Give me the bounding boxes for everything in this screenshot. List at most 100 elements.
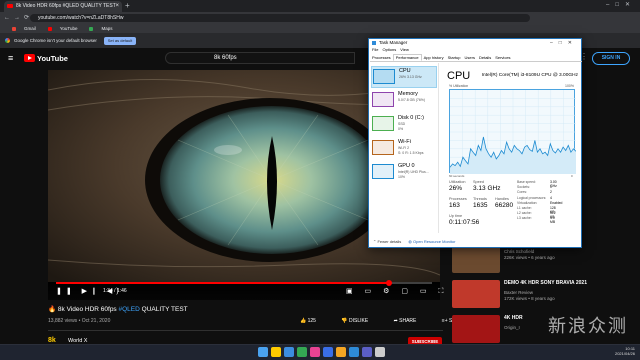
taskbar-app-icon[interactable] (362, 347, 372, 357)
open-resource-monitor-link[interactable]: ◍ Open Resource Monitor (408, 239, 455, 244)
cpu-detail-key: L3 cache: (517, 216, 532, 221)
resource-sparkline (372, 140, 394, 155)
resource-disk[interactable]: Disk 0 (C:) SSD 0% (371, 114, 437, 136)
sign-in-button[interactable]: SIGN IN (592, 52, 630, 65)
uptime-value: 0:11:07:56 (449, 219, 480, 226)
uptime-label: Up time (449, 214, 463, 218)
tab-services[interactable]: Services (493, 55, 512, 60)
share-button[interactable]: ➦ SHARE (394, 318, 429, 324)
task-manager-window-controls[interactable]: –□✕ (550, 39, 578, 47)
resource-value: 5.0/7.8 GB (76%) (398, 98, 426, 102)
cpu-detail-key: L2 cache: (517, 211, 532, 216)
address-bar[interactable]: youtube.com/watch?v=nZLaDT8hSHw (30, 14, 530, 22)
tab-startup[interactable]: Startup (446, 55, 463, 60)
bookmark-gmail[interactable]: Gmail (6, 26, 36, 31)
fewer-details-label: Fewer details (377, 239, 402, 244)
cpu-detail-row: L3 cache: 4.0 MB (517, 216, 555, 224)
resource-list: CPU 26% 3.13 GHz Memory 5.0/7.8 GB (76%) Dis… (369, 63, 439, 233)
channel-avatar[interactable]: 8k (48, 337, 56, 344)
system-tray[interactable]: 10:11 2021/04/26 (545, 346, 635, 356)
fewer-details-link[interactable]: ⌃ Fewer details (373, 239, 401, 244)
like-button[interactable]: 👍 125 (300, 318, 328, 324)
dislike-button[interactable]: 👎 DISLIKE (341, 318, 380, 324)
window-title: Task Manager (379, 40, 408, 45)
new-tab-button[interactable]: + (125, 1, 130, 11)
taskbar-app-icon[interactable] (349, 347, 359, 357)
scrubber-handle[interactable] (385, 280, 392, 286)
youtube-logo[interactable]: YouTube (24, 54, 68, 63)
cpu-detail-key: Logical processors: (517, 195, 547, 200)
cpu-model: Intel(R) Core(TM) i3-8109U CPU @ 3.00GHz (481, 73, 578, 78)
hamburger-menu-icon[interactable]: ≡ (8, 53, 13, 63)
utilization-max-label: 100% (565, 84, 574, 88)
recommendation-channel[interactable]: Origin_I (504, 325, 520, 331)
tab-processes[interactable]: Processes (370, 55, 393, 60)
cpu-detail-key: Sockets: (517, 185, 531, 190)
task-manager-footer: ⌃ Fewer details ◍ Open Resource Monitor (373, 239, 455, 244)
cpu-detail-key: Cores: (517, 190, 527, 195)
bookmark-youtube[interactable]: YouTube (42, 26, 78, 31)
chrome-icon (5, 38, 10, 43)
taskbar-app-icon[interactable] (297, 347, 307, 357)
tab-app-history[interactable]: App history (422, 55, 446, 60)
bookmark-label: YouTube (59, 26, 78, 31)
resource-gpu[interactable]: GPU 0 Intel(R) UHD Plus... 10% (371, 162, 437, 184)
resource-name: GPU 0 (398, 163, 415, 169)
resource-memory[interactable]: Memory 5.0/7.8 GB (76%) (371, 90, 437, 112)
cpu-graph-svg (449, 90, 577, 174)
cpu-detail-row: Cores: 2 (517, 190, 552, 195)
cpu-detail-row: Logical processors: 4 (517, 195, 552, 200)
resource-name: Wi-Fi (398, 139, 411, 145)
recommendation-thumbnail[interactable] (452, 245, 500, 273)
processes-label: Processes (449, 197, 467, 201)
search-input[interactable]: 8k 60fps (165, 52, 355, 64)
set-as-default-button[interactable]: Set as default (104, 37, 136, 45)
window-controls[interactable]: –□✕ (606, 0, 636, 11)
resource-wifi[interactable]: Wi-Fi Wi-Fi 2 S: 0 R: 1.5 Kbps (371, 138, 437, 160)
player-right-controls[interactable]: ▣ ▭ ⚙ ▢ ▭ ⛶ (346, 287, 448, 296)
nav-buttons[interactable]: ←→⟳ (4, 12, 33, 24)
taskbar-app-icon[interactable] (375, 347, 385, 357)
menu-view[interactable]: View (400, 47, 409, 52)
taskbar-app-icon[interactable] (271, 347, 281, 357)
recommendation-title[interactable]: DEMO 4K HDR SONY BRAVIA 2021 (504, 280, 624, 286)
taskbar-app-icon[interactable] (284, 347, 294, 357)
close-tab-icon[interactable]: × (115, 1, 119, 12)
tab-details[interactable]: Details (477, 55, 493, 60)
browser-tab[interactable]: 8k Video HDR 60fps #QLED QUALITY TEST × (4, 1, 122, 12)
bookmark-favicon-icon (12, 26, 16, 31)
menu-file[interactable]: File (372, 47, 378, 52)
cpu-detail-value: 4.0 MB (550, 216, 556, 225)
speed-value: 3.13 GHz (473, 185, 501, 192)
taskbar-app-icon[interactable] (310, 347, 320, 357)
bookmarks-bar: Gmail YouTube Maps (0, 24, 640, 33)
resource-sparkline (372, 164, 394, 179)
task-manager-icon (372, 41, 376, 45)
bookmark-maps[interactable]: Maps (83, 26, 112, 31)
tab-performance[interactable]: Performance (392, 54, 422, 61)
graph-seconds-label: 60 seconds (449, 174, 465, 178)
youtube-favicon-icon (7, 4, 13, 8)
taskbar-app-icon[interactable] (323, 347, 333, 357)
processes-value: 163 (449, 202, 460, 209)
tab-title: 8k Video HDR 60fps #QLED QUALITY TEST (16, 3, 116, 9)
resource-sparkline (372, 92, 394, 107)
video-hashtag[interactable]: #QLED (119, 306, 140, 313)
bookmark-favicon-icon (89, 26, 94, 31)
cpu-detail-value: 4 (550, 195, 552, 200)
threads-value: 1635 (473, 202, 488, 209)
progress-bar-fill (56, 282, 389, 284)
taskbar-app-icon[interactable] (258, 347, 268, 357)
speed-label: Speed (473, 180, 484, 184)
cpu-detail-key: Virtualization: (517, 200, 538, 205)
recommendation-thumbnail[interactable] (452, 315, 500, 343)
watermark: 新浪众测 (548, 316, 628, 337)
tab-users[interactable]: Users (463, 55, 477, 60)
recommendation-thumbnail[interactable] (452, 280, 500, 308)
taskbar-app-icon[interactable] (336, 347, 346, 357)
menu-options[interactable]: Options (382, 47, 396, 52)
resource-cpu[interactable]: CPU 26% 3.13 GHz (371, 66, 437, 88)
fire-icon: 🔥 (48, 306, 57, 313)
menu-bar: File Options View (372, 47, 413, 53)
utilization-axis-label: % Utilization (449, 84, 469, 88)
